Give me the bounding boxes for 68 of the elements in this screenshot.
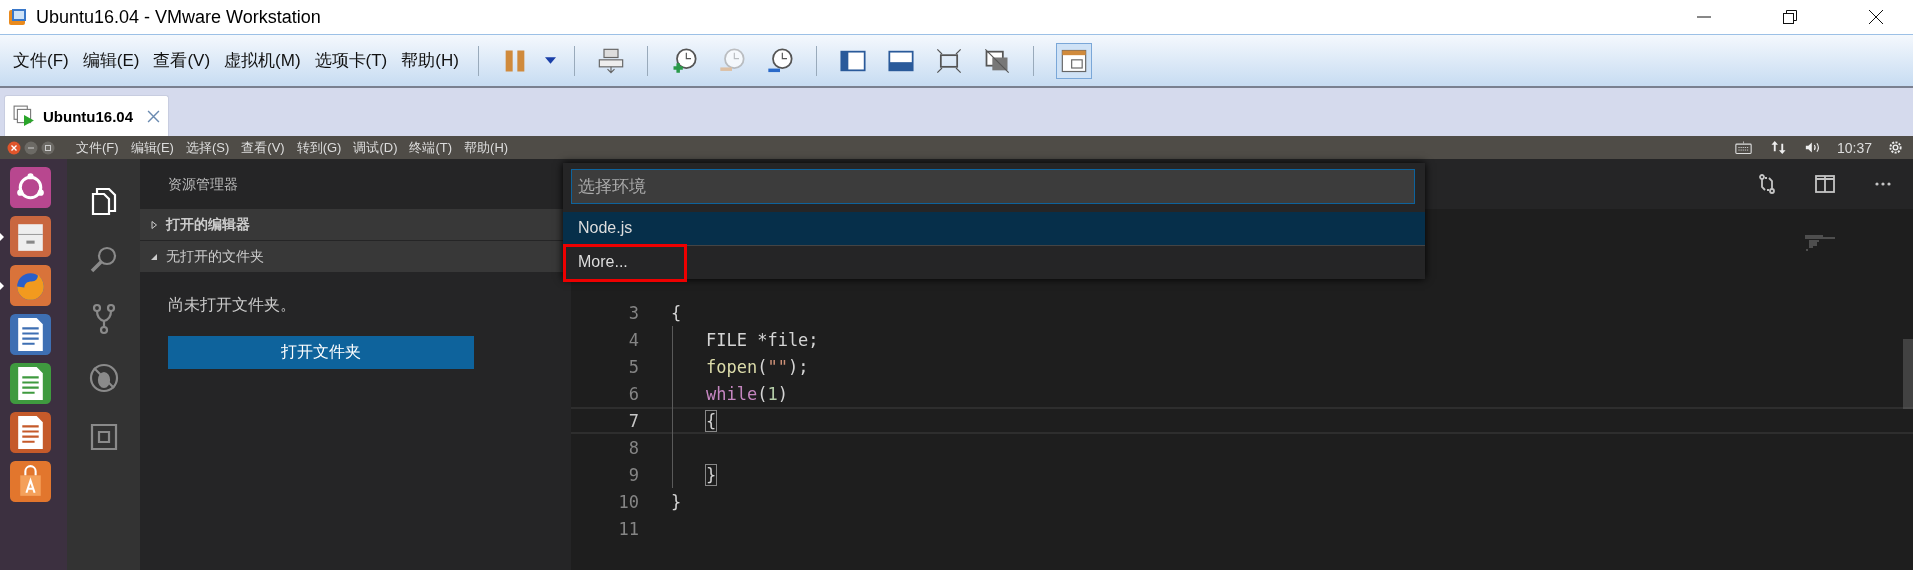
menu-item[interactable]: 文件(F)	[76, 138, 119, 157]
app-icon	[8, 7, 28, 27]
restore-icon[interactable]	[1782, 9, 1798, 25]
code-line: {	[706, 410, 717, 431]
code-line: fopen("");	[706, 356, 809, 377]
code-line: }	[671, 491, 682, 512]
option-label: More...	[563, 243, 687, 282]
quick-pick-item[interactable]: Node.js	[563, 212, 1425, 246]
line-number: 9	[627, 464, 640, 485]
menu-item[interactable]: 帮助(H)	[464, 138, 509, 157]
menu-item[interactable]: 终端(T)	[409, 138, 453, 157]
close-icon[interactable]	[1868, 9, 1884, 25]
menu-item[interactable]: 帮助(H)	[401, 49, 459, 72]
line-number: 8	[627, 437, 640, 458]
menu-item[interactable]: 转到(G)	[296, 138, 342, 157]
ubuntu-app-icon[interactable]	[10, 167, 51, 208]
line-number: 3	[627, 302, 640, 323]
menu-item[interactable]: 文件(F)	[13, 49, 69, 72]
calc-app-icon[interactable]	[10, 363, 51, 404]
code-line: while(1)	[706, 383, 788, 404]
sidebar-title: 资源管理器	[167, 175, 239, 194]
dropdown-caret-icon[interactable]	[544, 57, 556, 64]
line-number: 11	[617, 518, 640, 539]
menu-item[interactable]: 查看(V)	[241, 138, 285, 157]
firefox-app-icon[interactable]	[10, 265, 51, 306]
menu-item[interactable]: 虚拟机(M)	[224, 49, 301, 72]
option-label: Node.js	[577, 217, 634, 238]
unity-view-icon[interactable]	[982, 46, 1011, 75]
line-number: 10	[617, 491, 640, 512]
code-line: FILE *file;	[706, 329, 819, 350]
running-indicator-icon	[0, 281, 4, 290]
window-title: Ubuntu16.04 - VMware Workstation	[36, 6, 321, 28]
vm-running-icon	[13, 105, 35, 127]
vm-tab[interactable]: Ubuntu16.04	[4, 95, 169, 136]
split-editor-icon[interactable]	[1815, 174, 1835, 194]
power-gear-icon[interactable]	[1887, 140, 1904, 155]
menu-item[interactable]: 查看(V)	[153, 49, 211, 72]
line-number: 5	[627, 356, 640, 377]
window-buttons-icon[interactable]	[6, 139, 56, 156]
line-number: 7	[627, 410, 640, 431]
running-indicator-icon	[0, 232, 4, 241]
menu-item[interactable]: 调试(D)	[353, 138, 398, 157]
scrollbar-thumb[interactable]	[1903, 339, 1913, 409]
keyboard-icon[interactable]	[1734, 140, 1752, 155]
impress-app-icon[interactable]	[10, 412, 51, 453]
volume-icon[interactable]	[1804, 140, 1822, 155]
network-icon[interactable]	[596, 46, 625, 75]
library-view-icon[interactable]	[1055, 42, 1092, 79]
line-number: 6	[627, 383, 640, 404]
menu-item[interactable]: 编辑(E)	[130, 138, 174, 157]
menu-item[interactable]: 选择(S)	[185, 138, 230, 157]
store-app-icon[interactable]	[10, 461, 51, 502]
empty-folder-message: 尚未打开文件夹。	[167, 295, 297, 315]
code-line: {	[671, 302, 682, 323]
menu-item[interactable]: 编辑(E)	[82, 49, 140, 72]
clock[interactable]: 10:37	[1836, 139, 1872, 156]
menu-item[interactable]: 选项卡(T)	[314, 49, 388, 72]
quick-pick-input[interactable]: 选择环境	[571, 169, 1415, 204]
code-line: }	[706, 464, 717, 485]
files-app-icon[interactable]	[10, 216, 51, 257]
fullscreen-icon[interactable]	[934, 46, 963, 75]
compare-icon[interactable]	[1757, 174, 1777, 194]
snapshot-manager-icon[interactable]	[765, 46, 794, 75]
open-folder-button[interactable]: 打开文件夹	[168, 336, 474, 369]
debug-icon[interactable]	[87, 361, 120, 394]
network-arrows-icon[interactable]	[1769, 140, 1787, 155]
line-number: 4	[627, 329, 640, 350]
writer-app-icon[interactable]	[10, 314, 51, 355]
